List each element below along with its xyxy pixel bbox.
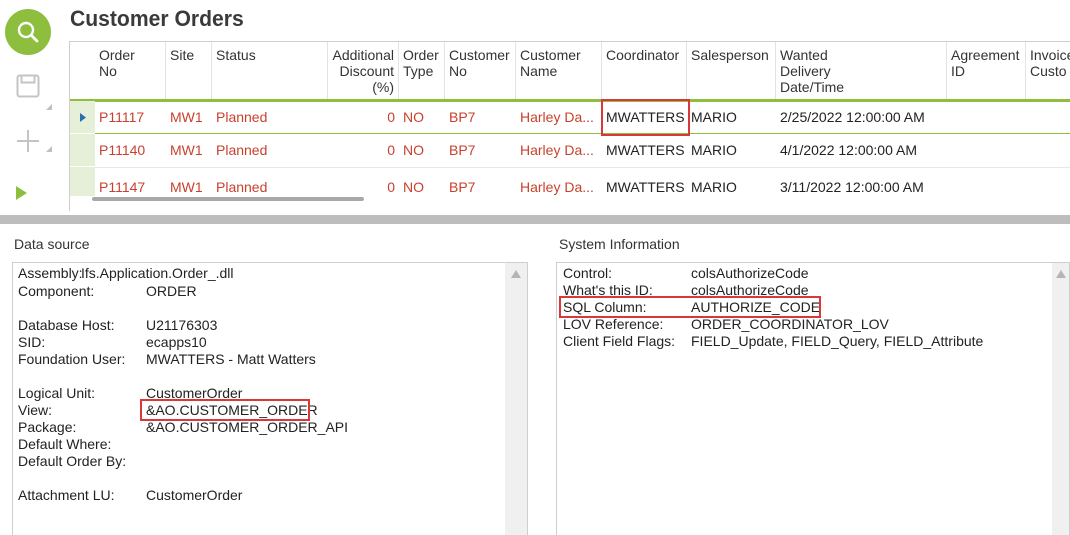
cell-order-type[interactable]: NO (399, 167, 445, 196)
col-header-salesperson[interactable]: Salesperson (687, 42, 776, 100)
cell-status[interactable]: Planned (212, 134, 328, 167)
row-selector[interactable] (70, 134, 95, 167)
left-toolbar (0, 0, 70, 212)
cell-site[interactable]: MW1 (166, 167, 212, 196)
cell-customer-no[interactable]: BP7 (445, 134, 516, 167)
cell-salesperson[interactable]: MARIO (687, 101, 776, 134)
control-value: colsAuthorizeCode (691, 265, 809, 281)
cell-order-no[interactable]: P11147 (95, 167, 166, 196)
row-selector[interactable] (70, 167, 95, 197)
cell-coordinator[interactable]: MWATTERS (602, 101, 687, 134)
db-host-value: U21176303 (146, 317, 218, 333)
default-order-by-label: Default Order By: (18, 453, 127, 469)
cell-wanted-delivery[interactable]: 2/25/2022 12:00:00 AM (776, 101, 947, 134)
col-header-status[interactable]: Status (212, 42, 328, 100)
sql-column-label: SQL Column: (563, 299, 647, 315)
assembly-label: Assembly: (18, 265, 83, 281)
sid-value: ecapps10 (146, 334, 207, 350)
col-header-coordinator[interactable]: Coordinator (602, 42, 687, 100)
whats-id-value: colsAuthorizeCode (691, 282, 809, 298)
scroll-up-arrow-icon[interactable] (511, 270, 521, 278)
col-header-order-no[interactable]: Order No (95, 42, 166, 100)
scroll-up-arrow-icon[interactable] (1056, 270, 1066, 278)
control-label: Control: (563, 265, 613, 281)
col-header-customer-no[interactable]: Customer No (445, 42, 516, 100)
assembly-value: Ifs.Application.Order_.dll (81, 265, 234, 281)
view-value: &AO.CUSTOMER_ORDER (146, 402, 318, 418)
attachment-lu-label: Attachment LU: (18, 487, 115, 503)
cell-discount[interactable]: 0 (328, 134, 399, 167)
cell-coordinator[interactable]: MWATTERS (602, 167, 687, 196)
cell-customer-name[interactable]: Harley Da... (516, 167, 602, 196)
cell-site[interactable]: MW1 (166, 101, 212, 134)
col-header-agreement-id[interactable]: Agreement ID (947, 42, 1026, 100)
db-host-label: Database Host: (18, 317, 115, 333)
save-menu-indicator (46, 104, 52, 110)
cell-order-type[interactable]: NO (399, 101, 445, 134)
foundation-user-label: Foundation User: (18, 351, 126, 367)
logical-unit-label: Logical Unit: (18, 385, 96, 401)
col-header-site[interactable]: Site (166, 42, 212, 100)
play-icon (16, 186, 27, 200)
new-menu-indicator (46, 146, 52, 152)
cell-customer-name[interactable]: Harley Da... (516, 134, 602, 167)
horizontal-scrollbar[interactable] (92, 197, 364, 201)
package-value: &AO.CUSTOMER_ORDER_API (146, 419, 349, 435)
package-label: Package: (18, 419, 77, 435)
orders-grid: Order No Site Status Additional Discount (%… (69, 41, 1070, 211)
plus-icon (17, 130, 39, 152)
vertical-scrollbar[interactable] (1052, 263, 1069, 535)
cell-coordinator[interactable]: MWATTERS (602, 134, 687, 167)
current-row-arrow-icon (80, 113, 86, 122)
data-source-title: Data source (14, 236, 90, 252)
page-title: Customer Orders (70, 6, 244, 31)
default-where-label: Default Where: (18, 436, 112, 452)
col-header-invoice-customer[interactable]: Invoice Custo (1026, 42, 1070, 100)
cell-order-no[interactable]: P11117 (95, 101, 166, 134)
cell-salesperson[interactable]: MARIO (687, 134, 776, 167)
cell-status[interactable]: Planned (212, 101, 328, 134)
cell-discount[interactable]: 0 (328, 167, 399, 196)
lov-reference-label: LOV Reference: (563, 316, 664, 332)
cell-customer-no[interactable]: BP7 (445, 167, 516, 196)
client-field-flags-label: Client Field Flags: (563, 333, 676, 349)
cell-site[interactable]: MW1 (166, 134, 212, 167)
component-value: ORDER (146, 283, 197, 299)
sql-column-value: AUTHORIZE_CODE (691, 299, 821, 315)
foundation-user-value: MWATTERS - Matt Watters (146, 351, 316, 367)
save-button[interactable] (16, 74, 42, 100)
cell-wanted-delivery[interactable]: 3/11/2022 12:00:00 AM (776, 167, 947, 196)
attachment-lu-value: CustomerOrder (146, 487, 243, 503)
logical-unit-value: CustomerOrder (146, 385, 243, 401)
cell-order-type[interactable]: NO (399, 134, 445, 167)
panel-splitter[interactable] (0, 215, 1070, 224)
run-button[interactable] (16, 186, 30, 200)
whats-id-label: What's this ID: (563, 282, 653, 298)
cell-discount[interactable]: 0 (328, 101, 399, 134)
search-icon (17, 21, 39, 43)
col-header-discount[interactable]: Additional Discount (%) (328, 42, 399, 100)
sid-label: SID: (18, 334, 46, 350)
cell-customer-no[interactable]: BP7 (445, 101, 516, 134)
component-label: Component: (18, 283, 95, 299)
search-button[interactable] (5, 9, 51, 55)
cell-order-no[interactable]: P11140 (95, 134, 166, 167)
col-header-customer-name[interactable]: Customer Name (516, 42, 602, 100)
save-icon (16, 74, 40, 98)
lov-reference-value: ORDER_COORDINATOR_LOV (691, 316, 889, 332)
cell-customer-name[interactable]: Harley Da... (516, 101, 602, 134)
row-selector[interactable] (70, 101, 95, 134)
vertical-scrollbar[interactable] (505, 263, 527, 535)
cell-wanted-delivery[interactable]: 4/1/2022 12:00:00 AM (776, 134, 947, 167)
cell-status[interactable]: Planned (212, 167, 328, 196)
new-button[interactable] (16, 129, 42, 155)
client-field-flags-value: FIELD_Update, FIELD_Query, FIELD_Attribu… (691, 333, 984, 349)
view-label: View: (18, 402, 52, 418)
col-header-wanted-delivery[interactable]: Wanted Delivery Date/Time (776, 42, 947, 100)
system-info-title: System Information (559, 236, 680, 252)
cell-salesperson[interactable]: MARIO (687, 167, 776, 196)
col-header-order-type[interactable]: Order Type (399, 42, 445, 100)
